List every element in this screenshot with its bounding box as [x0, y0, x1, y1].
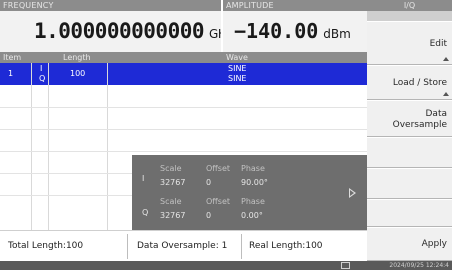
data-oversample-status: Data Oversample: 1 — [137, 241, 228, 251]
column-divider — [31, 63, 32, 230]
amplitude-display[interactable]: −140.00 dBm — [223, 11, 367, 52]
row-divider — [0, 129, 367, 130]
load-store-label: Load / Store — [392, 78, 447, 88]
row-channel-q: Q — [39, 74, 46, 83]
status-divider — [127, 234, 128, 259]
softkey-panel: I/Q Edit Load / Store Data Oversample Ap… — [367, 0, 452, 261]
status-bar: Total Length:100 Data Oversample: 1 Real… — [0, 230, 367, 261]
amplitude-unit: dBm — [323, 27, 351, 41]
data-oversample-label-2: Oversample — [392, 120, 447, 130]
frequency-display[interactable]: 1.000000000000GHz — [0, 11, 233, 52]
column-item: Item — [3, 53, 22, 62]
i-phase-label: Phase — [241, 164, 265, 173]
amplitude-value: −140.00 — [234, 19, 319, 43]
iq-parameter-popup[interactable]: I Scale Offset Phase 32767 0 90.00° Q Sc… — [132, 155, 368, 230]
table-row[interactable]: 1 I Q 100 SINE SINE — [0, 63, 367, 85]
frequency-label: FREQUENCY — [0, 0, 221, 11]
panel-title: I/Q — [367, 0, 452, 11]
row-channel-i: I — [40, 64, 43, 73]
i-phase-value: 90.00° — [241, 178, 268, 187]
expand-indicator-icon — [443, 92, 449, 96]
row-length: 100 — [70, 69, 86, 78]
i-offset-value: 0 — [206, 178, 212, 187]
footer-bar: 2024/09/25 12:24:4 — [0, 261, 452, 270]
column-length: Length — [63, 53, 91, 62]
row-wave-q: SINE — [228, 74, 247, 83]
column-divider — [48, 63, 49, 230]
row-wave-i: SINE — [228, 64, 247, 73]
q-phase-value: 0.00° — [241, 211, 263, 220]
status-divider — [241, 234, 242, 259]
q-offset-label: Offset — [206, 197, 231, 206]
softkey-blank-2[interactable] — [367, 168, 452, 199]
q-offset-value: 0 — [206, 211, 212, 220]
softkey-blank-1[interactable] — [367, 137, 452, 168]
expand-indicator-icon — [443, 57, 449, 61]
total-length: Total Length:100 — [8, 241, 84, 251]
edit-button[interactable]: Edit — [367, 21, 452, 65]
data-oversample-button[interactable]: Data Oversample — [367, 100, 452, 137]
table-header: Item Length Wave — [0, 52, 367, 63]
load-store-button[interactable]: Load / Store — [367, 65, 452, 100]
real-length: Real Length:100 — [249, 241, 323, 251]
column-wave: Wave — [226, 53, 248, 62]
edit-label: Edit — [429, 39, 447, 49]
q-scale-value: 32767 — [160, 211, 186, 220]
q-phase-label: Phase — [241, 197, 265, 206]
frequency-value: 1.000000000000 — [34, 19, 205, 43]
status-indicator-icon — [341, 262, 350, 269]
popup-i-label: I — [142, 174, 145, 183]
i-scale-value: 32767 — [160, 178, 186, 187]
row-divider — [0, 151, 367, 152]
data-oversample-label-1: Data — [425, 109, 448, 119]
header: FREQUENCY 1.000000000000GHz AMPLITUDE −1… — [0, 0, 367, 52]
q-scale-label: Scale — [160, 197, 182, 206]
timestamp: 2024/09/25 12:24:4 — [389, 262, 449, 269]
row-divider — [0, 107, 367, 108]
i-scale-label: Scale — [160, 164, 182, 173]
apply-button[interactable]: Apply — [367, 227, 452, 261]
i-offset-label: Offset — [206, 164, 231, 173]
popup-q-label: Q — [142, 208, 149, 217]
amplitude-label: AMPLITUDE — [223, 0, 367, 11]
apply-label: Apply — [421, 239, 447, 249]
column-divider — [107, 63, 108, 230]
row-item: 1 — [8, 69, 14, 78]
softkey-blank-3[interactable] — [367, 199, 452, 227]
